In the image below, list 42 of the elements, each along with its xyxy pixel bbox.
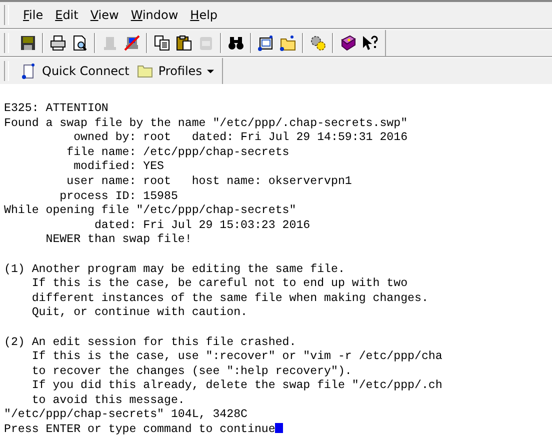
terminal-line: file name: /etc/ppp/chap-secrets: [66, 146, 290, 160]
menu-item[interactable]: View: [84, 6, 125, 24]
terminal-line: If this is the case, be careful not to end up with two: [30, 277, 408, 292]
terminal-line: Press ENTER or type command to continue: [4, 423, 276, 438]
menu-item[interactable]: Edit: [49, 6, 84, 24]
menu-item[interactable]: Help: [184, 6, 224, 24]
save-icon: [20, 35, 36, 51]
connect-icon: [21, 63, 37, 79]
terminal-line: Found a swap file by the name "/etc/ppp/.chap-secrets.swp": [4, 116, 408, 132]
menu-item[interactable]: File: [17, 6, 50, 24]
terminal-line: modified: YES: [72, 160, 164, 175]
terminal-line: to recover the changes (see ":help recovery").: [30, 364, 352, 380]
gear-icon: [310, 35, 326, 51]
folder-icon: [280, 35, 296, 51]
terminal-line: "/etc/ppp/chap-secrets" 104L, 3428C: [4, 408, 248, 424]
copy-icon: [154, 35, 170, 51]
terminal-line: Quit, or continue with caution.: [30, 306, 248, 321]
window-dots-icon: [258, 35, 274, 51]
terminal-line: different instances of the same file when making changes.: [30, 292, 428, 306]
binoculars-icon: [228, 35, 244, 51]
terminal-line: user name: root host name: okservervpn1: [66, 174, 352, 190]
printer-icon: [50, 35, 66, 51]
terminal-line: owned by: root dated: Fri Jul 29 14:59:31 2016: [72, 131, 408, 146]
terminal-line: NEWER than swap file!: [44, 233, 192, 248]
terminal-line: dated: Fri Jul 29 15:03:23 2016: [93, 218, 310, 234]
terminal-line: to avoid this message.: [30, 394, 185, 408]
terminal-line: process ID: 15985: [58, 190, 178, 204]
quick-connect-button[interactable]: Quick Connect: [17, 61, 134, 81]
dropdown-arrow-icon: [206, 68, 214, 74]
folder-icon: [137, 63, 154, 79]
computer-slash-icon: [124, 35, 140, 51]
menu-item[interactable]: Window: [124, 6, 184, 24]
terminal-line: If you did this already, delete the swap file "/etc/ppp/.ch: [30, 379, 442, 394]
magnifier-page-icon: [72, 35, 88, 51]
profiles-button[interactable]: Profiles: [133, 61, 218, 81]
terminal-line: (1) Another program may be editing the same file.: [4, 262, 345, 278]
pointer-question-icon: [362, 35, 378, 51]
terminal-line: While opening file "/etc/ppp/chap-secrets": [4, 204, 296, 219]
terminal-line: (2) An edit session for this file crashed.: [4, 336, 296, 350]
terminal-line: E325: ATTENTION: [4, 102, 108, 117]
terminal-screen[interactable]: [0, 84, 552, 442]
terminal-line: If this is the case, use ":recover" or "vim -r /etc/ppp/cha: [30, 350, 442, 365]
